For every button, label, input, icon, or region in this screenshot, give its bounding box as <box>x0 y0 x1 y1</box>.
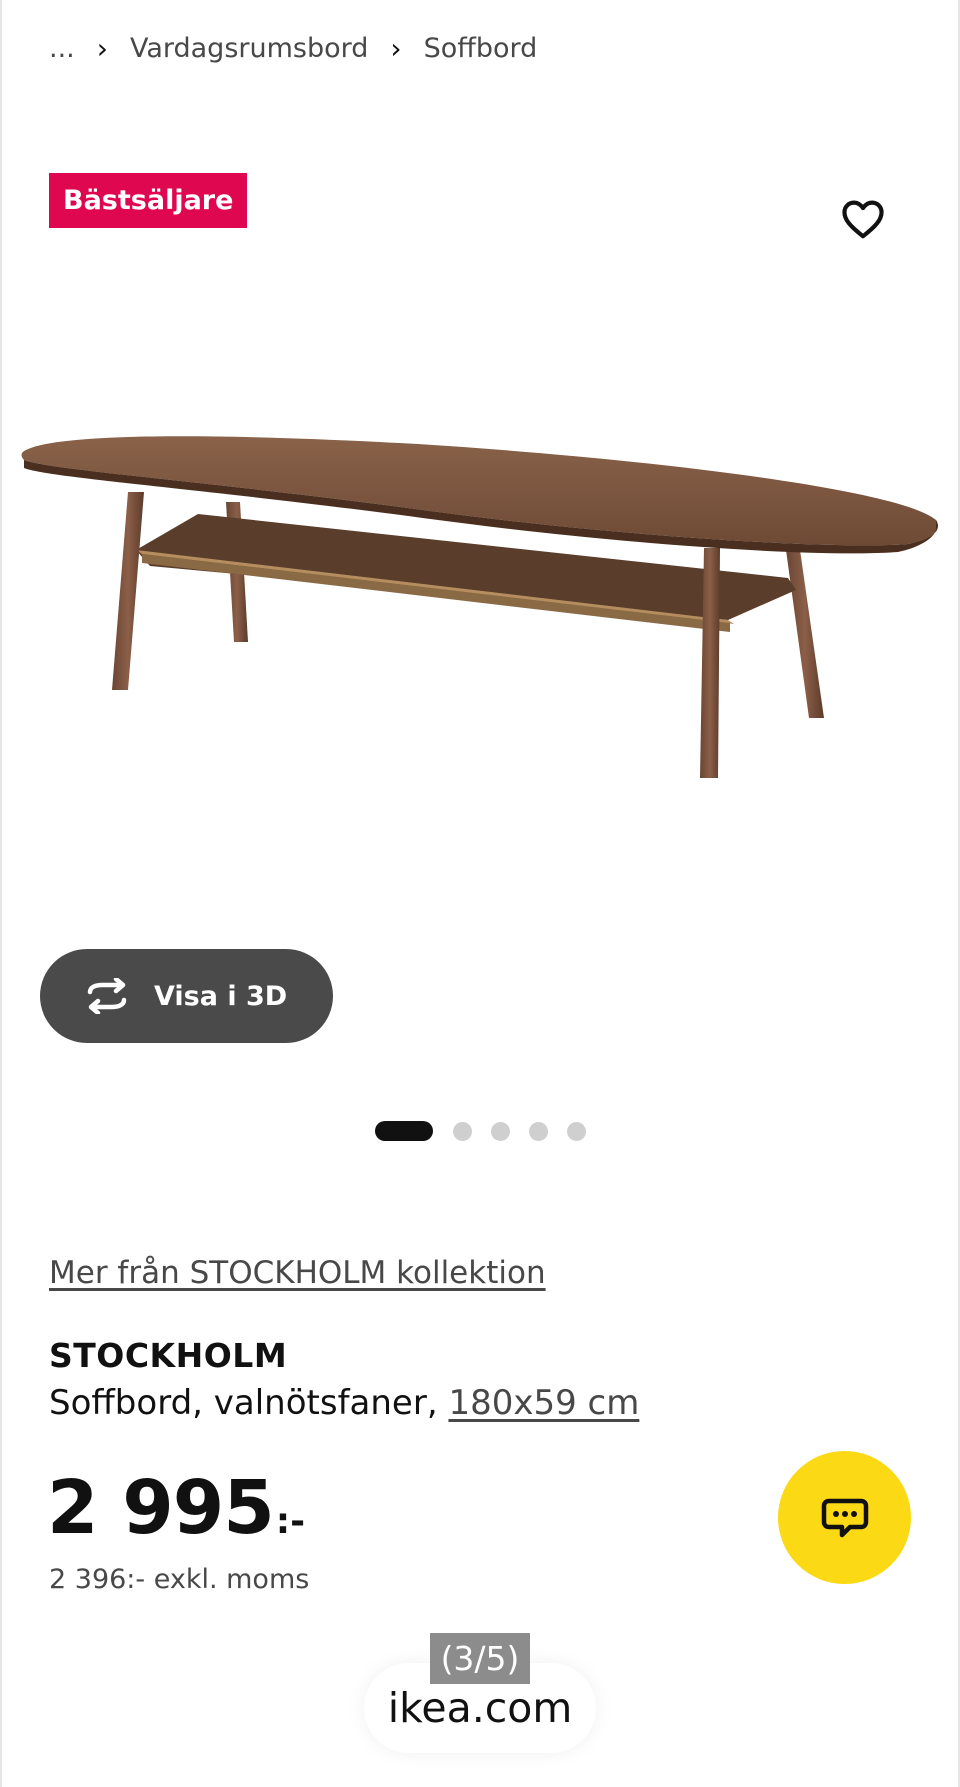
carousel-dot-active[interactable] <box>375 1121 433 1141</box>
chat-icon <box>821 1498 868 1537</box>
product-size-link[interactable]: 180x59 cm <box>448 1383 639 1423</box>
breadcrumb-item-soffbord[interactable]: Soffbord <box>424 33 538 64</box>
rotate-3d-icon <box>87 978 127 1014</box>
carousel-dot[interactable] <box>453 1121 472 1141</box>
chevron-right-icon: › <box>390 31 402 65</box>
price-amount: 2 995 <box>47 1465 275 1551</box>
favorite-button[interactable] <box>841 199 885 239</box>
view-in-3d-label: Visa i 3D <box>154 980 288 1012</box>
carousel-dot[interactable] <box>491 1121 510 1141</box>
product-name: STOCKHOLM <box>49 1336 288 1375</box>
breadcrumb: ... › Vardagsrumsbord › Soffbord <box>49 30 537 66</box>
carousel-dots <box>375 1121 605 1141</box>
breadcrumb-item-vardagsrumsbord[interactable]: Vardagsrumsbord <box>130 33 368 64</box>
carousel-dot[interactable] <box>567 1121 586 1141</box>
carousel-dot[interactable] <box>529 1121 548 1141</box>
image-counter: (3/5) <box>430 1633 530 1684</box>
price-suffix: :- <box>275 1501 306 1542</box>
heart-icon <box>842 200 884 239</box>
product-image[interactable] <box>18 420 942 790</box>
collection-link[interactable]: Mer från STOCKHOLM kollektion <box>49 1255 546 1291</box>
chat-button[interactable] <box>778 1451 911 1584</box>
breadcrumb-ellipsis[interactable]: ... <box>49 33 75 64</box>
product-description: Soffbord, valnötsfaner, 180x59 cm <box>49 1383 639 1423</box>
product-price: 2 995 :- <box>47 1465 305 1551</box>
view-in-3d-button[interactable]: Visa i 3D <box>40 949 333 1043</box>
bestseller-badge: Bästsäljare <box>49 173 248 228</box>
chevron-right-icon: › <box>96 31 108 65</box>
price-excl-vat: 2 396:- exkl. moms <box>49 1564 310 1595</box>
frame-edge-left <box>0 0 2 1787</box>
product-description-text: Soffbord, valnötsfaner, <box>49 1383 449 1423</box>
